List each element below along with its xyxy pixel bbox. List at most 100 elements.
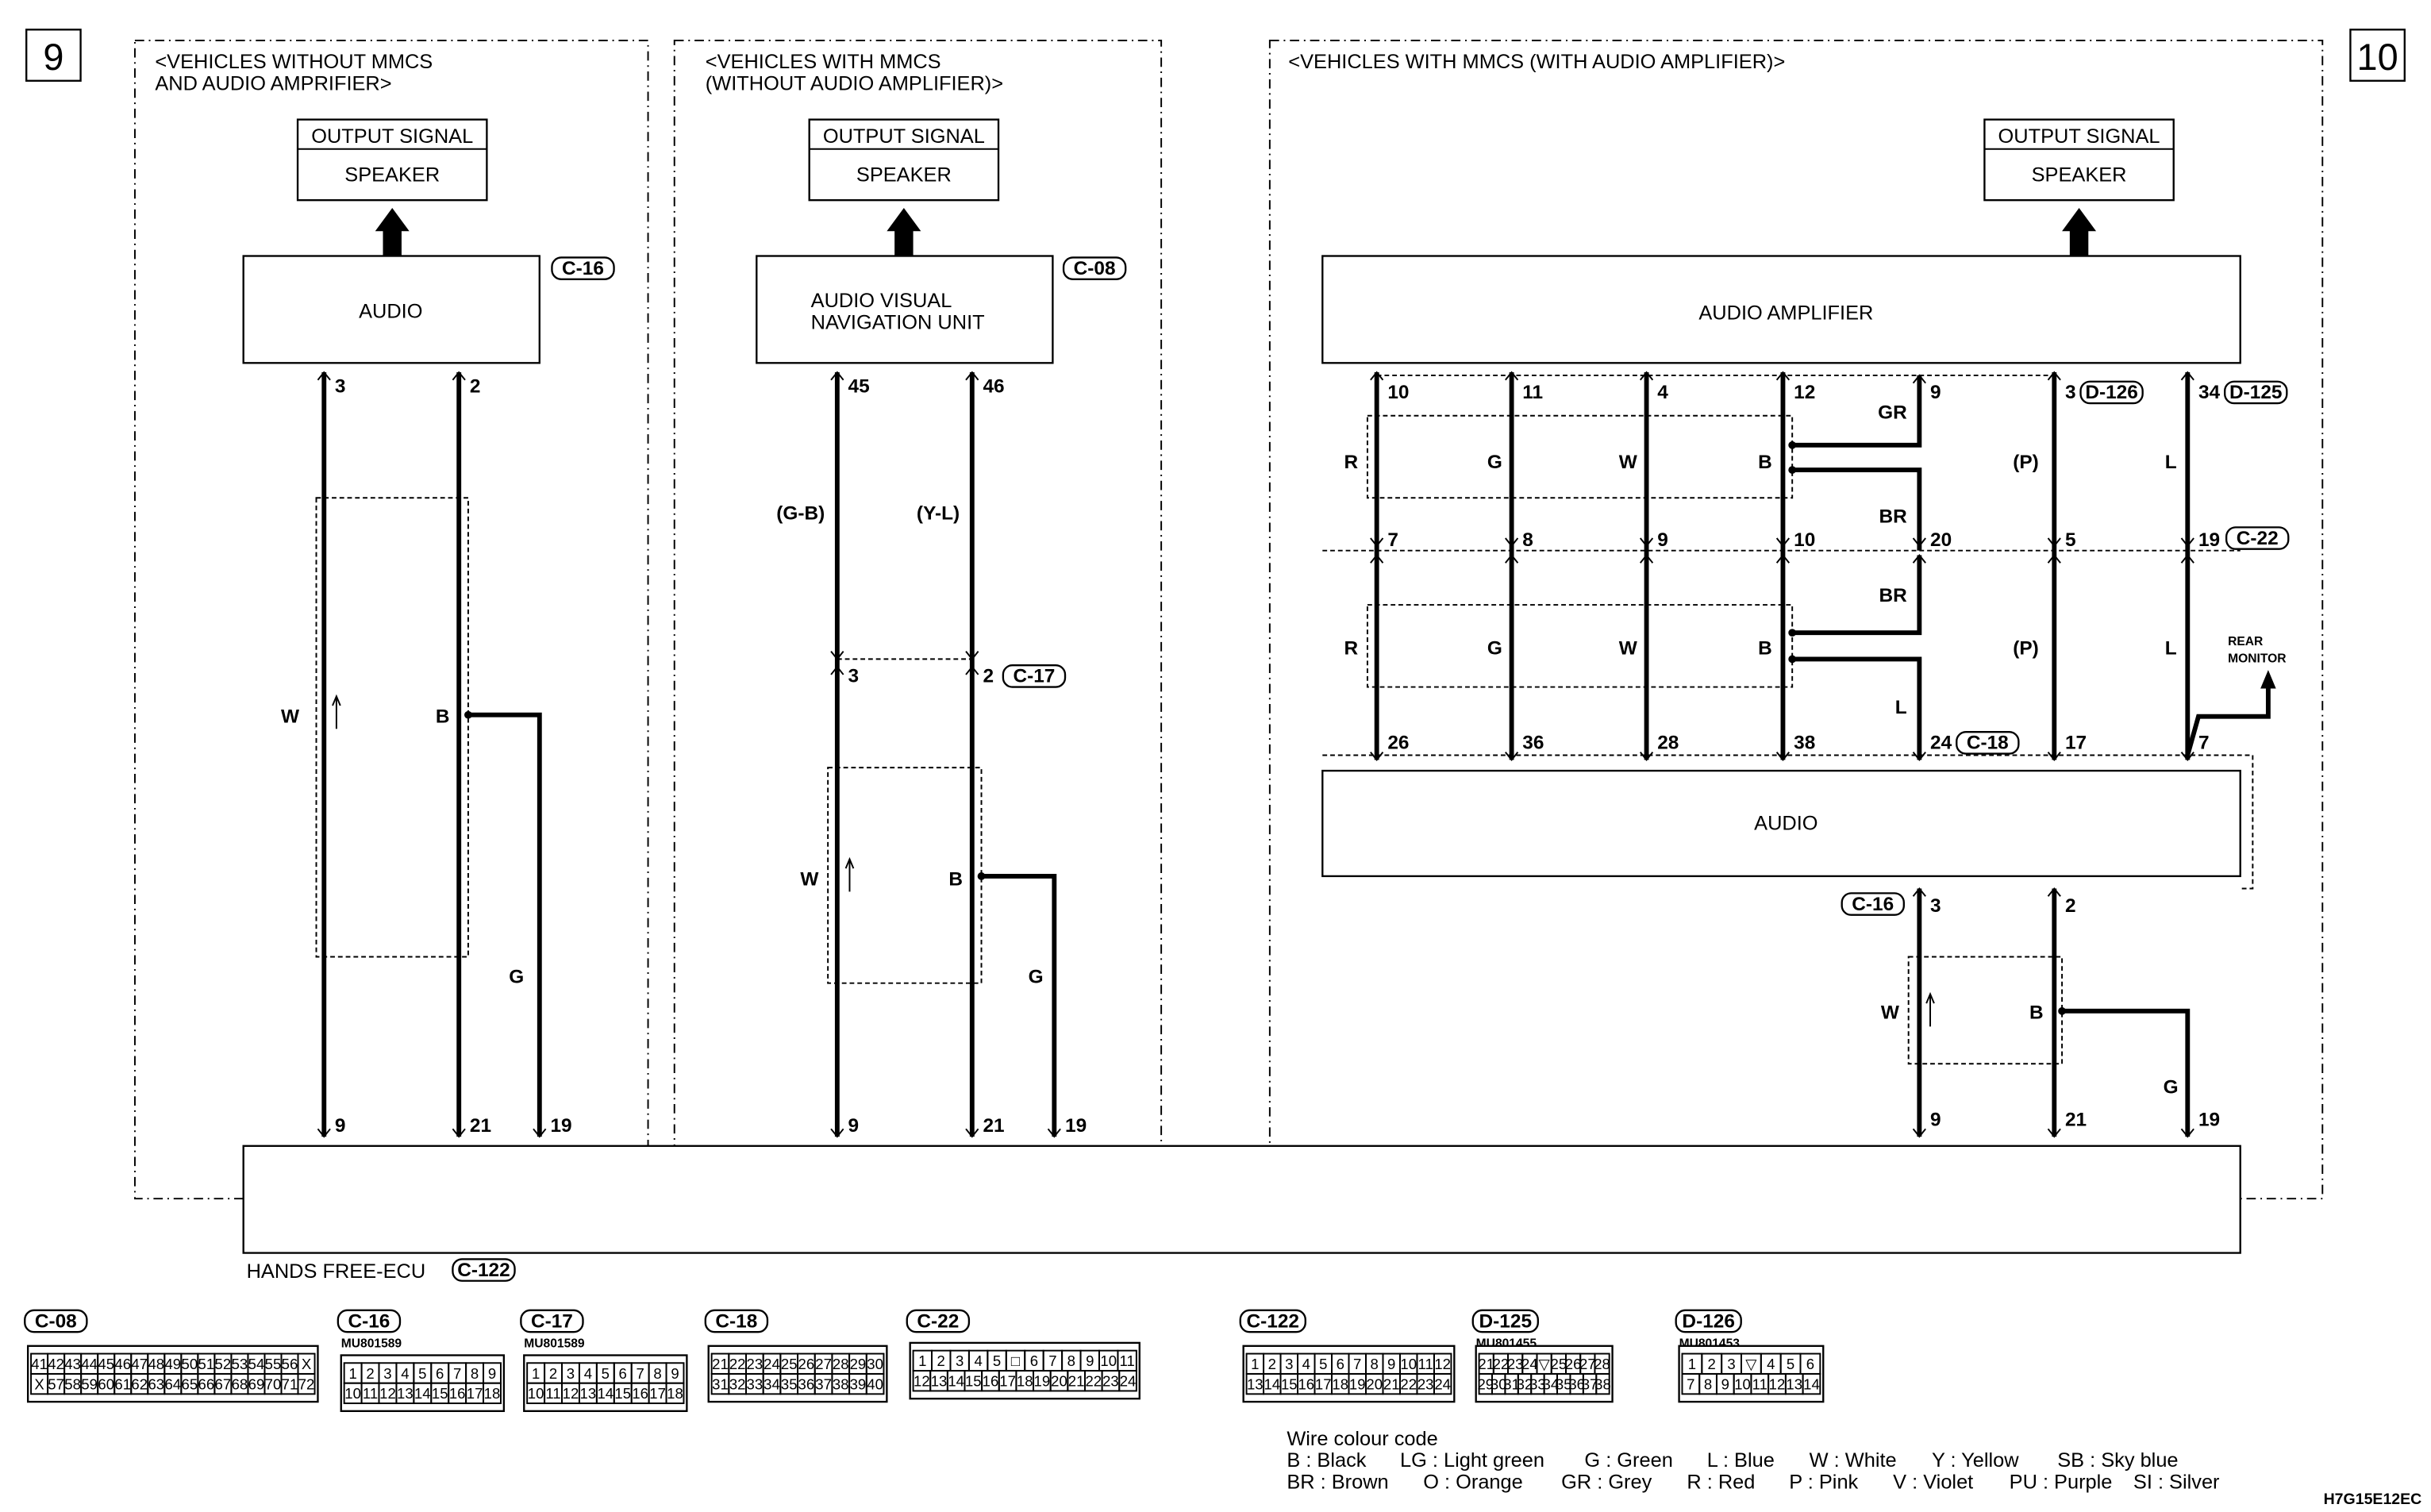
wire-colour-code-entry: GR : Grey	[1561, 1472, 1652, 1494]
connector-c-122-tag: C-122	[1247, 1310, 1299, 1332]
connector-pin-number: 18	[1332, 1375, 1348, 1392]
connector-pin-number: 23	[747, 1356, 764, 1372]
connector-pin-number: 68	[232, 1375, 248, 1392]
wire-color-label: B	[436, 706, 450, 728]
connector-pin-number: 4	[401, 1365, 409, 1382]
wire-color-label: BR	[1879, 506, 1907, 528]
connector-pin-number: 13	[931, 1373, 948, 1390]
wire-colour-code-entry: P : Pink	[1789, 1472, 1858, 1494]
wire-color-label: (Y-L)	[917, 503, 960, 525]
speaker-label: SPEAKER	[344, 164, 440, 187]
arrow-up-icon	[375, 207, 410, 232]
audio-unit-label: AUDIO	[359, 301, 422, 323]
wire-color-label: GR	[1878, 402, 1907, 424]
connector-pin-number: 59	[81, 1375, 98, 1392]
pin-label: 34	[2198, 382, 2221, 403]
connector-pin-number: □	[1011, 1352, 1020, 1369]
connector-pin-number: 1	[918, 1352, 926, 1369]
connector-pin-number: 11	[363, 1385, 378, 1402]
connector-pin-number: 64	[164, 1375, 181, 1392]
connector-pin-number: X	[302, 1356, 311, 1372]
pin-label: 21	[983, 1115, 1004, 1137]
connector-pin-number: 4	[1767, 1356, 1775, 1372]
connector-c-08-tag: C-08	[35, 1310, 77, 1332]
connector-pin-number: 11	[1418, 1356, 1433, 1372]
wire-colour-code-entry: L : Blue	[1707, 1449, 1775, 1472]
pin-label: 4	[1657, 382, 1668, 403]
connector-pin-number: 63	[148, 1375, 164, 1392]
connector-pin-number: 1	[532, 1365, 540, 1382]
connector-pin-number: 1	[1688, 1356, 1696, 1372]
connector-pin-number: 22	[1400, 1375, 1417, 1392]
pin-label: 19	[550, 1115, 571, 1137]
connector-pin-number: 70	[265, 1375, 282, 1392]
connector-pin-number: 14	[414, 1385, 431, 1402]
connector-pin-number: 3	[1727, 1356, 1735, 1372]
connector-pin-number: 27	[815, 1356, 832, 1372]
wire-colour-code-entry: Y : Yellow	[1932, 1449, 2019, 1472]
connector-pin-number: 9	[1387, 1356, 1395, 1372]
connector-pin-number: 21	[1383, 1375, 1400, 1392]
wire-color-label: (G-B)	[776, 503, 825, 525]
pin-label: 9	[848, 1115, 860, 1137]
connector-pin-number: 57	[48, 1375, 64, 1392]
panel-mmcs-with-amp	[1268, 40, 2324, 1200]
pin-label: 21	[2065, 1109, 2087, 1130]
connector-pin-number: 1	[348, 1365, 356, 1382]
wire-color-label: W	[1881, 1002, 1900, 1024]
connector-pin-number: 17	[999, 1373, 1016, 1390]
connector-pin-number: 11	[545, 1385, 560, 1402]
connector-pin-number: 51	[198, 1356, 215, 1372]
pin-label: 5	[2065, 529, 2076, 551]
connector-c-16-tag: C-16	[348, 1310, 390, 1332]
connector-pin-number: 50	[182, 1356, 198, 1372]
connector-pin-number: 26	[798, 1356, 815, 1372]
connector-pin-number: 10	[1400, 1356, 1417, 1372]
connector-pin-number: 35	[781, 1375, 798, 1392]
wire-colour-code-entry: W : White	[1810, 1449, 1897, 1472]
connector-pin-number: 58	[64, 1375, 81, 1392]
wire-colour-code-entry: O : Orange	[1423, 1472, 1523, 1494]
pin-label: 2	[2065, 895, 2076, 917]
wire-color-label: W	[1619, 638, 1638, 660]
output-signal-label: OUTPUT SIGNAL	[311, 125, 473, 148]
wire-colour-code-entry: LG : Light green	[1400, 1449, 1544, 1472]
panel-mmcs-without-amp	[673, 40, 1163, 1200]
connector-pin-number: 12	[563, 1385, 579, 1402]
connector-c16: C-16	[562, 258, 604, 279]
connector-pin-number: 6	[619, 1365, 627, 1382]
diagram-code: H7G15E12EC	[2324, 1491, 2422, 1508]
connector-pin-number: 16	[983, 1373, 999, 1390]
connector-c17: C-17	[1013, 666, 1055, 687]
connector-pin-number: 28	[833, 1356, 849, 1372]
hands-free-ecu-label: HANDS FREE-ECU	[247, 1260, 426, 1283]
connector-pin-number: 24	[1434, 1375, 1451, 1392]
speaker-label: SPEAKER	[2032, 164, 2127, 187]
connector-pin-number: 8	[1371, 1356, 1379, 1372]
connector-pin-number: 4	[584, 1365, 592, 1382]
wire-color-label: (P)	[2013, 638, 2039, 660]
connector-pin-number: 7	[1048, 1352, 1056, 1369]
connector-pin-number: 20	[1366, 1375, 1383, 1392]
connector-pin-number: 6	[436, 1365, 444, 1382]
pin-label: 38	[1794, 733, 1815, 754]
wire-color-label: B	[948, 869, 963, 891]
connector-pin-number: 13	[580, 1385, 597, 1402]
speaker-label: SPEAKER	[856, 164, 952, 187]
connector-pin-number: 9	[1086, 1352, 1094, 1369]
audio-unit-label: AUDIO	[1754, 812, 1817, 834]
pin-label: 3	[1930, 895, 1941, 917]
connector-pin-number: 38	[833, 1375, 849, 1392]
connector-pin-number: 11	[1120, 1352, 1135, 1369]
wire-color-label: R	[1344, 638, 1359, 660]
connector-pin-number: 60	[98, 1375, 114, 1392]
pin-label: 19	[1065, 1115, 1087, 1137]
connector-pin-number: 2	[1268, 1356, 1276, 1372]
connector-c-22-tag: C-22	[917, 1310, 959, 1332]
connector-pin-number: 2	[937, 1352, 945, 1369]
wire-colour-code-entry: SB : Sky blue	[2057, 1449, 2178, 1472]
connector-pin-number: 40	[867, 1375, 883, 1392]
connector-pin-number: 5	[1787, 1356, 1794, 1372]
wire-color-label: (P)	[2013, 452, 2039, 473]
pin-label: 9	[1657, 529, 1668, 551]
